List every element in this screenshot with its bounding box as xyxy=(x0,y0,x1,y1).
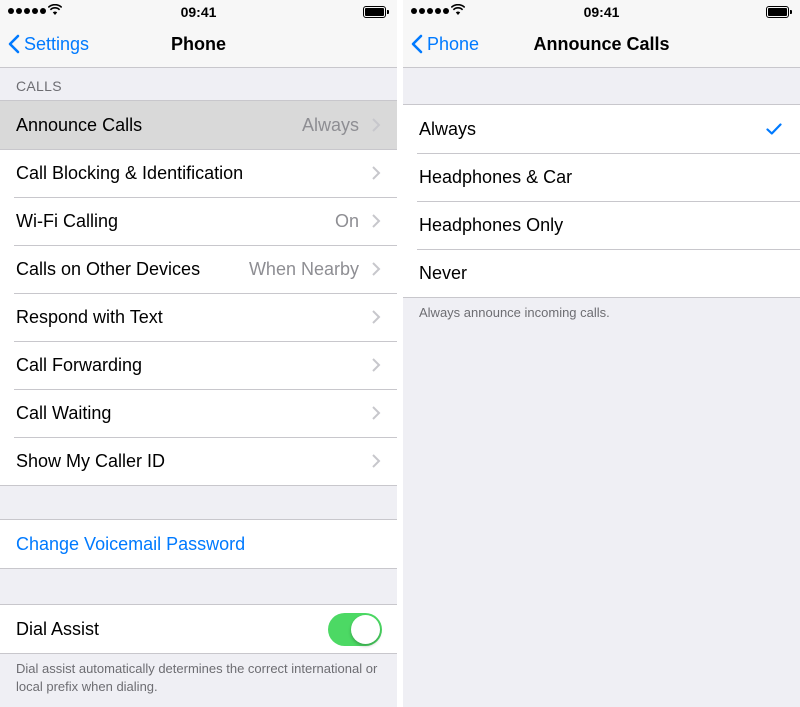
option-label: Never xyxy=(419,262,468,283)
chevron-right-icon xyxy=(372,406,381,420)
row-announce-calls[interactable]: Announce Calls Always xyxy=(0,101,397,149)
option-label: Headphones & Car xyxy=(419,166,573,187)
back-label: Phone xyxy=(427,33,480,54)
row-call-blocking[interactable]: Call Blocking & Identification xyxy=(0,149,397,197)
change-voicemail-password-button[interactable]: Change Voicemail Password xyxy=(0,520,397,568)
row-label: Announce Calls xyxy=(16,114,143,135)
row-label: Dial Assist xyxy=(16,618,100,639)
row-label: Calls on Other Devices xyxy=(16,258,201,279)
option-label: Headphones Only xyxy=(419,214,564,235)
chevron-left-icon xyxy=(411,34,423,54)
chevron-right-icon xyxy=(372,214,381,228)
navigation-bar: Settings Phone xyxy=(0,22,397,68)
back-button-phone[interactable]: Phone xyxy=(411,30,479,58)
phone-settings-screen: 09:41 Settings Phone CALLS Announce Call… xyxy=(0,0,397,707)
chevron-right-icon xyxy=(372,454,381,468)
chevron-right-icon xyxy=(372,166,381,180)
row-label: Respond with Text xyxy=(16,306,163,327)
status-bar: 09:41 xyxy=(0,0,397,22)
row-dial-assist: Dial Assist xyxy=(0,605,397,653)
dial-assist-group: Dial Assist xyxy=(0,604,397,654)
row-label: Change Voicemail Password xyxy=(16,533,246,554)
battery-icon xyxy=(363,6,389,18)
back-label: Settings xyxy=(24,33,90,54)
navigation-bar: Phone Announce Calls xyxy=(403,22,800,68)
row-label: Call Blocking & Identification xyxy=(16,162,244,183)
row-label: Show My Caller ID xyxy=(16,450,166,471)
dial-assist-footer: Dial assist automatically determines the… xyxy=(16,661,378,694)
chevron-right-icon xyxy=(372,262,381,276)
option-headphones-only[interactable]: Headphones Only xyxy=(403,201,800,249)
row-value: When Nearby xyxy=(248,258,359,279)
calls-group: Announce Calls Always Call Blocking & Id… xyxy=(0,100,397,486)
toggle-knob xyxy=(351,614,380,644)
chevron-right-icon xyxy=(372,358,381,372)
status-time: 09:41 xyxy=(180,4,217,20)
voicemail-group: Change Voicemail Password xyxy=(0,519,397,569)
chevron-right-icon xyxy=(372,310,381,324)
row-show-caller-id[interactable]: Show My Caller ID xyxy=(0,437,397,485)
option-headphones-car[interactable]: Headphones & Car xyxy=(403,153,800,201)
status-time: 09:41 xyxy=(583,4,620,20)
option-label: Always xyxy=(419,118,477,139)
row-label: Call Waiting xyxy=(16,402,112,423)
row-call-forwarding[interactable]: Call Forwarding xyxy=(0,341,397,389)
chevron-right-icon xyxy=(372,118,381,132)
announce-footer: Always announce incoming calls. xyxy=(419,305,610,320)
row-respond-with-text[interactable]: Respond with Text xyxy=(0,293,397,341)
row-call-waiting[interactable]: Call Waiting xyxy=(0,389,397,437)
option-never[interactable]: Never xyxy=(403,249,800,297)
row-label: Wi-Fi Calling xyxy=(16,210,119,231)
row-label: Call Forwarding xyxy=(16,354,143,375)
announce-calls-screen: 09:41 Phone Announce Calls Always Headph… xyxy=(403,0,800,707)
chevron-left-icon xyxy=(8,34,20,54)
back-button-settings[interactable]: Settings xyxy=(8,30,89,58)
row-wifi-calling[interactable]: Wi-Fi Calling On xyxy=(0,197,397,245)
announce-options-group: Always Headphones & Car Headphones Only … xyxy=(403,104,800,298)
battery-icon xyxy=(766,6,792,18)
dial-assist-toggle[interactable] xyxy=(328,612,382,646)
checkmark-icon xyxy=(766,123,782,135)
calls-section-header: CALLS xyxy=(16,78,62,94)
row-value: On xyxy=(334,210,359,231)
row-calls-other-devices[interactable]: Calls on Other Devices When Nearby xyxy=(0,245,397,293)
option-always[interactable]: Always xyxy=(403,105,800,153)
status-bar: 09:41 xyxy=(403,0,800,22)
row-value: Always xyxy=(301,114,359,135)
